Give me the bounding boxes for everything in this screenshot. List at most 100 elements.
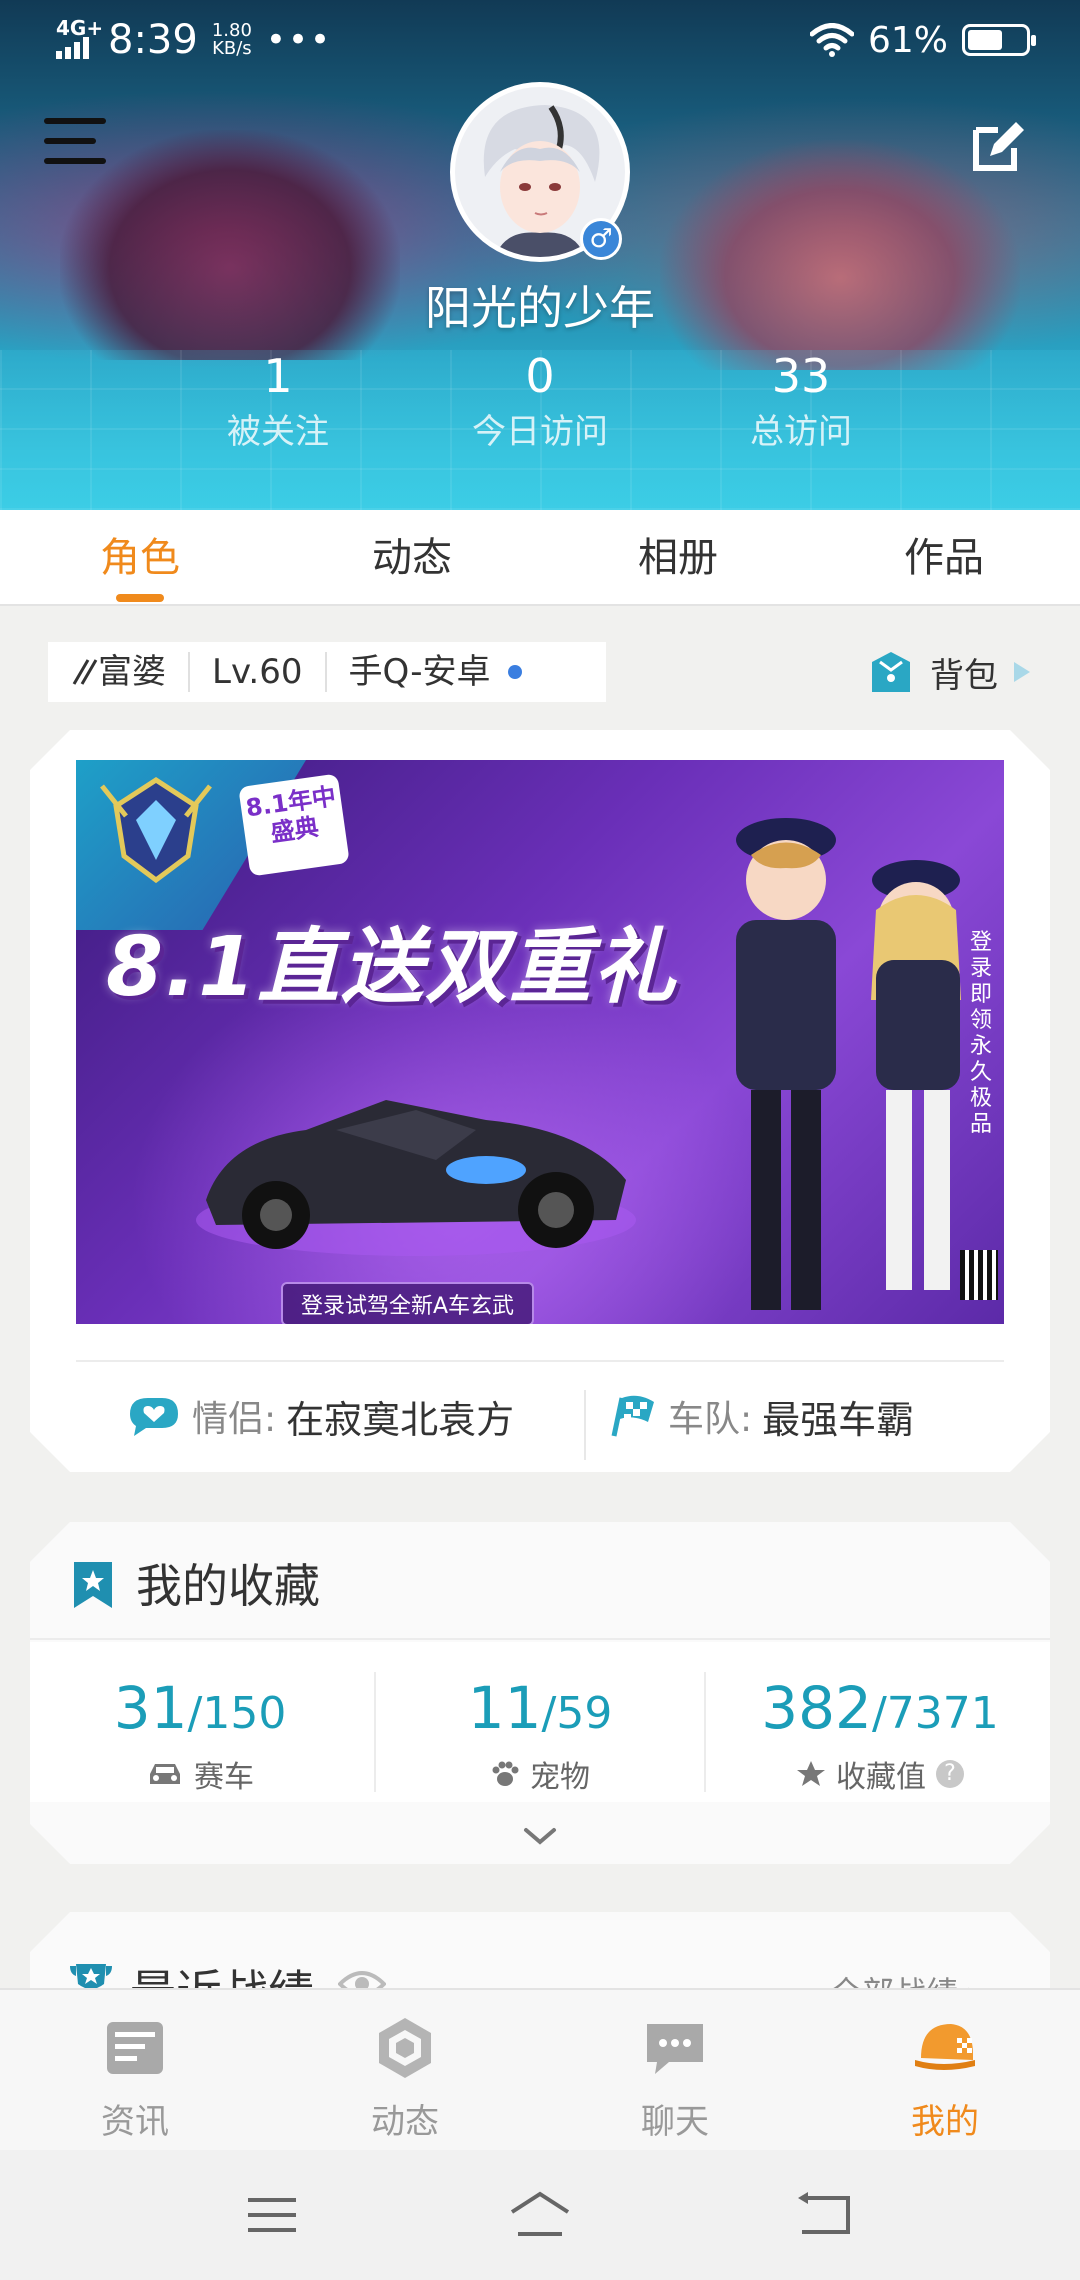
online-dot-icon <box>508 665 523 679</box>
stat-value: 1 <box>263 349 293 403</box>
battery-percent: 61% <box>867 19 948 61</box>
paw-icon <box>492 1761 519 1786</box>
collection-title: 我的收藏 <box>136 1559 320 1613</box>
profile-stats: 1 被关注 0 今日访问 33 总访问 <box>0 350 1080 460</box>
partner-info[interactable]: 情侣: 在寂寞北袁方 <box>126 1389 514 1444</box>
collection-value: 382/7371 <box>710 1678 1050 1744</box>
signal-icon <box>56 37 89 59</box>
nav-feed[interactable]: 动态 <box>270 1990 540 2152</box>
collection-value: 31/150 <box>30 1678 370 1744</box>
collection-total: /7371 <box>871 1688 999 1739</box>
collection-label: 赛车 <box>194 1760 254 1795</box>
menu-icon-bar <box>44 158 106 164</box>
nav-mine[interactable]: 我的 <box>810 1990 1080 2152</box>
gender-male-icon: ♂ <box>580 218 622 260</box>
stat-label: 今日访问 <box>472 412 608 452</box>
tab-role[interactable]: 角色 <box>40 510 240 606</box>
collection-label: 宠物 <box>530 1760 590 1795</box>
nav-label: 资讯 <box>101 2102 169 2142</box>
collection-total: /59 <box>541 1688 613 1739</box>
bag-button[interactable]: 背包 <box>866 642 1032 702</box>
collection-current: 11 <box>467 1674 542 1742</box>
recent-apps-icon[interactable] <box>242 2188 302 2242</box>
divider <box>704 1672 706 1792</box>
net-speed-unit: KB/s <box>212 38 252 59</box>
nav-label: 我的 <box>911 2102 979 2142</box>
system-nav-bar <box>0 2150 1080 2280</box>
team-info[interactable]: 车队: 最强车霸 <box>608 1389 914 1444</box>
collection-current: 31 <box>113 1674 188 1742</box>
status-right: 61% <box>809 19 1036 61</box>
news-icon <box>107 2022 163 2074</box>
stat-value: 0 <box>525 349 555 403</box>
tab-feed[interactable]: 动态 <box>312 510 512 606</box>
star-icon <box>797 1761 825 1786</box>
role-info-bar: 富婆 Lv.60 手Q-安卓 <box>48 642 606 702</box>
collection-label: 收藏值 <box>836 1760 926 1795</box>
stat-followers[interactable]: 1 被关注 <box>158 350 398 453</box>
stat-label: 被关注 <box>227 412 329 452</box>
status-bar: 4G+ 8:39 1.80 KB/s ••• 61% <box>0 0 1080 80</box>
kart-image <box>196 1100 636 1256</box>
divider <box>76 1360 1004 1362</box>
slash-icon <box>72 659 98 685</box>
home-icon[interactable] <box>508 2188 572 2242</box>
edit-icon[interactable] <box>970 118 1026 174</box>
profile-header: 4G+ 8:39 1.80 KB/s ••• 61% ♂ 阳光的少年 1 被关注… <box>0 0 1080 510</box>
banner-title: 8.1直送双重礼 <box>106 920 678 1015</box>
collection-label-row: 收藏值 ? <box>710 1752 1050 1796</box>
stat-value: 33 <box>771 349 831 403</box>
platform: 手Q-安卓 <box>324 652 545 692</box>
collection-label-row: 赛车 <box>30 1752 370 1796</box>
tab-works[interactable]: 作品 <box>844 510 1044 606</box>
car-icon <box>150 1764 180 1784</box>
nav-news[interactable]: 资讯 <box>0 1990 270 2152</box>
collection-score[interactable]: 382/7371 收藏值 ? <box>710 1642 1050 1802</box>
stat-today-visits[interactable]: 0 今日访问 <box>420 350 660 453</box>
rank-emblem-icon <box>100 777 212 884</box>
role-card: 8.1年中盛典 8.1直送双重礼 登录试驾全新A车玄武 登录即领永久极品 情侣:… <box>30 730 1050 1472</box>
tab-album[interactable]: 相册 <box>578 510 778 606</box>
collection-total: /150 <box>187 1688 287 1739</box>
collection-card: 我的收藏 31/150 赛车 11/59 宠物 382/7371 收藏值 ? <box>30 1522 1050 1864</box>
triangle-right-icon <box>1014 662 1030 682</box>
bag-label: 背包 <box>930 655 998 696</box>
relations-row: 情侣: 在寂寞北袁方 车队: 最强车霸 <box>30 1370 1050 1462</box>
partner-value: 在寂寞北袁方 <box>286 1397 515 1442</box>
title-tag[interactable]: 富婆 <box>48 652 188 692</box>
collection-pets[interactable]: 11/59 宠物 <box>370 1642 710 1802</box>
stat-total-visits[interactable]: 33 总访问 <box>681 350 921 453</box>
feed-icon <box>379 2018 431 2078</box>
chat-icon <box>647 2024 703 2074</box>
level-label: Lv.60 <box>188 652 325 692</box>
partner-label: 情侣: <box>192 1399 277 1440</box>
stat-label: 总访问 <box>750 412 852 452</box>
wifi-icon <box>809 23 854 57</box>
collection-cars[interactable]: 31/150 赛车 <box>30 1642 370 1802</box>
username: 阳光的少年 <box>425 281 655 335</box>
heart-chat-icon <box>130 1398 178 1436</box>
nav-label: 动态 <box>371 2102 439 2142</box>
promo-banner[interactable]: 8.1年中盛典 8.1直送双重礼 登录试驾全新A车玄武 登录即领永久极品 <box>76 760 1004 1324</box>
banner-side-text: 登录即领永久极品 <box>969 930 992 1137</box>
checkered-flag-icon <box>611 1395 654 1437</box>
profile-tabs: 角色 动态 相册 作品 <box>0 510 1080 606</box>
collection-value: 11/59 <box>370 1678 710 1744</box>
collection-label-row: 宠物 <box>370 1752 710 1796</box>
back-icon[interactable] <box>794 2188 854 2242</box>
banner-caption: 登录试驾全新A车玄武 <box>281 1282 535 1324</box>
battery-level <box>968 30 1002 50</box>
bookmark-star-icon <box>74 1562 112 1608</box>
menu-button[interactable] <box>44 118 106 174</box>
help-icon[interactable]: ? <box>936 1760 964 1788</box>
net-speed: 1.80 KB/s <box>212 22 252 58</box>
team-label: 车队: <box>668 1399 753 1440</box>
title-tag-label: 富婆 <box>98 652 166 692</box>
menu-icon-bar <box>44 138 96 144</box>
collection-current: 382 <box>761 1674 872 1742</box>
characters-image <box>736 818 961 1310</box>
qr-code-icon <box>960 1250 998 1300</box>
nav-chat[interactable]: 聊天 <box>540 1990 810 2152</box>
menu-icon-bar <box>44 118 106 124</box>
chevron-down-icon[interactable] <box>516 1816 564 1856</box>
